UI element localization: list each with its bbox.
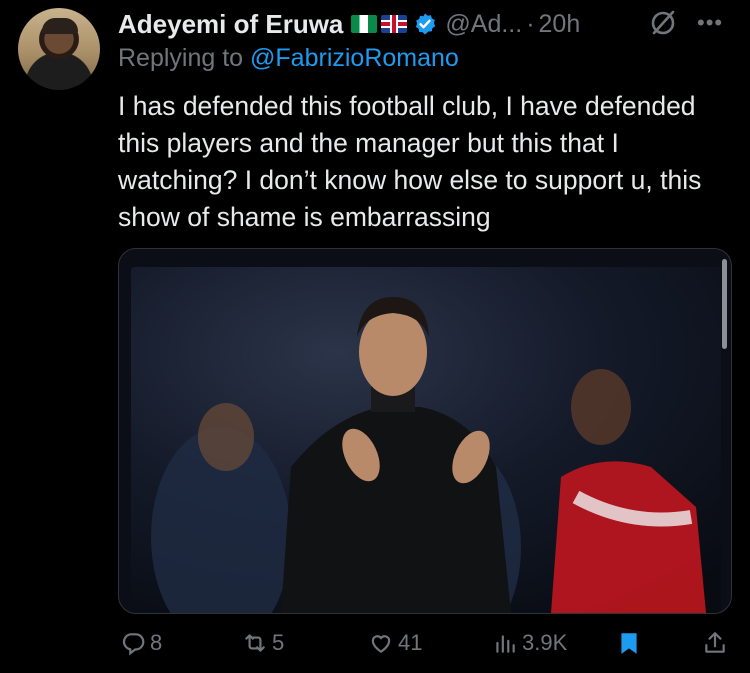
views-button[interactable]: 3.9K <box>492 630 567 656</box>
reply-icon <box>122 633 145 656</box>
tweet-text: I has defended this football club, I hav… <box>118 91 702 232</box>
reply-count: 8 <box>150 630 163 655</box>
repost-icon <box>245 634 265 652</box>
repost-button[interactable]: 5 <box>242 630 284 656</box>
handle[interactable]: @Ad... <box>445 10 522 39</box>
share-button[interactable] <box>702 630 728 656</box>
uk-flag-icon <box>381 15 408 33</box>
views-icon <box>496 635 515 653</box>
avatar[interactable] <box>18 8 100 90</box>
timestamp[interactable]: 20h <box>539 10 581 39</box>
replying-to-label: Replying to <box>118 44 251 72</box>
replying-to: Replying to @FabrizioRomano <box>118 44 459 73</box>
bookmark-button[interactable] <box>616 630 642 656</box>
share-icon <box>705 632 725 653</box>
repost-count: 5 <box>272 630 285 655</box>
separator-dot: · <box>526 9 535 38</box>
media-scrollbar[interactable] <box>722 259 727 349</box>
tweet-photo[interactable] <box>131 267 721 613</box>
display-name[interactable]: Adeyemi of Eruwa <box>118 9 343 40</box>
verified-badge-icon[interactable] <box>413 12 437 36</box>
like-button[interactable]: 41 <box>368 630 422 656</box>
views-count: 3.9K <box>522 630 568 655</box>
grok-icon[interactable] <box>648 8 678 38</box>
bookmark-icon <box>621 633 637 654</box>
nigeria-flag-icon <box>351 15 378 33</box>
tweet-header: Adeyemi of Eruwa @Ad... · 20h <box>118 6 580 42</box>
like-count: 41 <box>398 630 423 655</box>
reply-mention-link[interactable]: @FabrizioRomano <box>250 44 459 72</box>
action-bar: 8 5 41 3.9K <box>118 630 730 666</box>
more-icon[interactable]: ••• <box>697 10 723 36</box>
tweet-media[interactable] <box>118 248 732 614</box>
like-icon <box>371 635 391 653</box>
reply-button[interactable]: 8 <box>120 630 162 656</box>
